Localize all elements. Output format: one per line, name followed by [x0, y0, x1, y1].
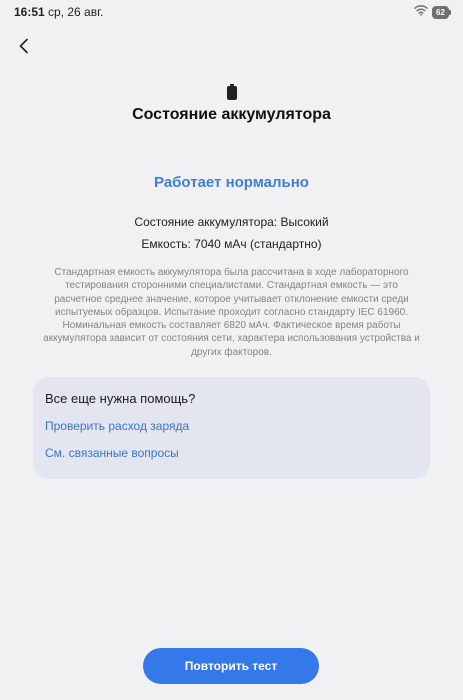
page-title: Состояние аккумулятора — [132, 106, 331, 123]
battery-icon — [226, 84, 238, 100]
help-card: Все еще нужна помощь? Проверить расход з… — [33, 377, 430, 479]
status-time: 16:51 — [14, 5, 45, 19]
wifi-icon — [414, 3, 428, 21]
status-bar: 16:51 ср, 26 авг. 62 — [0, 0, 463, 24]
battery-icon: 62 — [432, 5, 451, 19]
capacity-description: Стандартная емкость аккумулятора была ра… — [43, 267, 420, 358]
retest-button[interactable]: Повторить тест — [143, 648, 319, 684]
status-headline: Работает нормально — [154, 174, 309, 191]
related-questions-link[interactable]: См. связанные вопросы — [45, 446, 179, 460]
status-date: ср, 26 авг. — [48, 5, 104, 19]
battery-capacity-text: Емкость: 7040 мАч (стандартно) — [141, 237, 322, 251]
battery-health-text: Состояние аккумулятора: Высокий — [134, 215, 329, 229]
back-arrow-icon — [17, 38, 31, 59]
check-battery-usage-link[interactable]: Проверить расход заряда — [45, 419, 189, 433]
back-button[interactable] — [12, 36, 36, 60]
help-card-title: Все еще нужна помощь? — [45, 391, 196, 406]
status-icons: 62 — [414, 3, 451, 21]
